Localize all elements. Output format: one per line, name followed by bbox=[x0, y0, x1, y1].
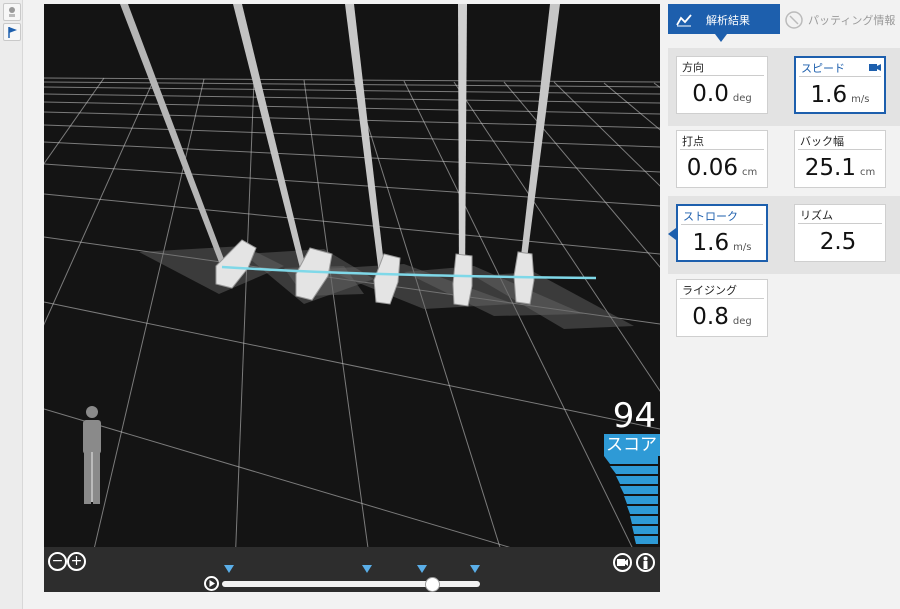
tab-putting-info[interactable]: パッティング情報 bbox=[780, 4, 900, 34]
grid-vertical bbox=[44, 77, 660, 592]
metric-card-backswing[interactable]: バック幅 25.1 cm bbox=[794, 130, 886, 188]
metric-value-row: 2.5 bbox=[795, 229, 885, 255]
card-divider bbox=[798, 149, 882, 150]
metric-value: 0.06 bbox=[686, 155, 738, 181]
metric-unit: cm bbox=[859, 167, 876, 178]
metric-card-rhythm[interactable]: リズム 2.5 bbox=[794, 204, 886, 262]
grid-horizontal bbox=[44, 77, 660, 592]
selection-arrow-icon bbox=[668, 228, 676, 240]
tool-icon-top[interactable] bbox=[3, 3, 21, 21]
metric-label: バック幅 bbox=[800, 135, 844, 148]
putting-3d-viewport[interactable]: 94 スコア − + bbox=[44, 4, 660, 592]
metric-card-direction[interactable]: 方向 0.0 deg bbox=[676, 56, 768, 114]
flag-icon[interactable] bbox=[3, 23, 21, 41]
metric-card-rising[interactable]: ライジング 0.8 deg bbox=[676, 279, 768, 337]
metric-card-speed[interactable]: スピード 1.6 m/s bbox=[794, 56, 886, 114]
timeline-marker bbox=[417, 565, 427, 573]
camera-view-icon[interactable] bbox=[613, 553, 632, 572]
timeline-slider-knob[interactable] bbox=[425, 577, 441, 592]
card-divider bbox=[680, 75, 764, 76]
tab-analysis-results[interactable]: 解析結果 bbox=[668, 4, 780, 42]
score-display: 94 スコア bbox=[604, 398, 660, 456]
tab-putting-info-label: パッティング情報 bbox=[808, 14, 896, 27]
plus-circle-icon[interactable]: + bbox=[67, 552, 86, 571]
putting-scene bbox=[44, 4, 660, 592]
tab-analysis-results-label: 解析結果 bbox=[706, 14, 750, 27]
metric-value: 25.1 bbox=[804, 155, 856, 181]
metric-unit: deg bbox=[732, 316, 752, 327]
timeline-marker bbox=[470, 565, 480, 573]
metric-label: ストローク bbox=[683, 210, 738, 223]
metric-card-impact[interactable]: 打点 0.06 cm bbox=[676, 130, 768, 188]
metric-value: 0.8 bbox=[692, 304, 729, 330]
metric-unit: m/s bbox=[851, 94, 870, 105]
card-divider bbox=[680, 298, 764, 299]
score-value: 94 bbox=[612, 396, 656, 436]
metric-card-stroke[interactable]: ストローク 1.6 m/s bbox=[676, 204, 768, 262]
card-divider bbox=[680, 149, 764, 150]
metric-unit: deg bbox=[732, 93, 752, 104]
left-tool-strip bbox=[0, 0, 23, 609]
score-level-bars bbox=[604, 456, 658, 544]
putter-icon bbox=[785, 11, 803, 29]
timeline-marker bbox=[362, 565, 372, 573]
putter-shafts bbox=[120, 4, 560, 286]
metric-label: スピード bbox=[801, 62, 845, 75]
metric-value: 1.6 bbox=[810, 82, 848, 108]
metric-label: リズム bbox=[800, 209, 833, 222]
playback-bar: − + bbox=[44, 547, 660, 592]
metric-label: 方向 bbox=[682, 61, 704, 74]
card-divider bbox=[681, 224, 763, 225]
tab-pointer bbox=[715, 34, 727, 42]
card-divider bbox=[798, 223, 882, 224]
metric-value: 1.6 bbox=[692, 230, 730, 256]
minus-circle-icon[interactable]: − bbox=[48, 552, 67, 571]
metric-value-row: 25.1 cm bbox=[795, 155, 885, 181]
metric-value: 0.0 bbox=[692, 81, 729, 107]
golfer-silhouette-icon bbox=[83, 406, 101, 504]
metric-value-row: 0.06 cm bbox=[677, 155, 767, 181]
metric-unit: m/s bbox=[733, 242, 752, 253]
person-view-icon[interactable] bbox=[636, 553, 655, 572]
timeline-marker bbox=[224, 565, 234, 573]
metric-value-row: 1.6 m/s bbox=[678, 230, 766, 256]
metric-label: 打点 bbox=[682, 135, 704, 148]
play-icon[interactable] bbox=[204, 576, 219, 591]
line-chart-icon bbox=[676, 14, 692, 27]
metric-unit: cm bbox=[741, 167, 758, 178]
timeline-slider[interactable] bbox=[222, 577, 480, 592]
metric-value: 2.5 bbox=[819, 229, 857, 255]
analysis-panel: 解析結果 パッティング情報 方向 0.0 deg スピード 1.6 m/s 打点 0… bbox=[668, 0, 900, 609]
metric-value-row: 1.6 m/s bbox=[796, 82, 884, 108]
metric-value-row: 0.8 deg bbox=[677, 304, 767, 330]
metric-label: ライジング bbox=[682, 284, 737, 297]
metric-value-row: 0.0 deg bbox=[677, 81, 767, 107]
camera-icon[interactable] bbox=[869, 63, 881, 72]
card-divider bbox=[799, 76, 881, 77]
score-label: スコア bbox=[604, 434, 660, 456]
